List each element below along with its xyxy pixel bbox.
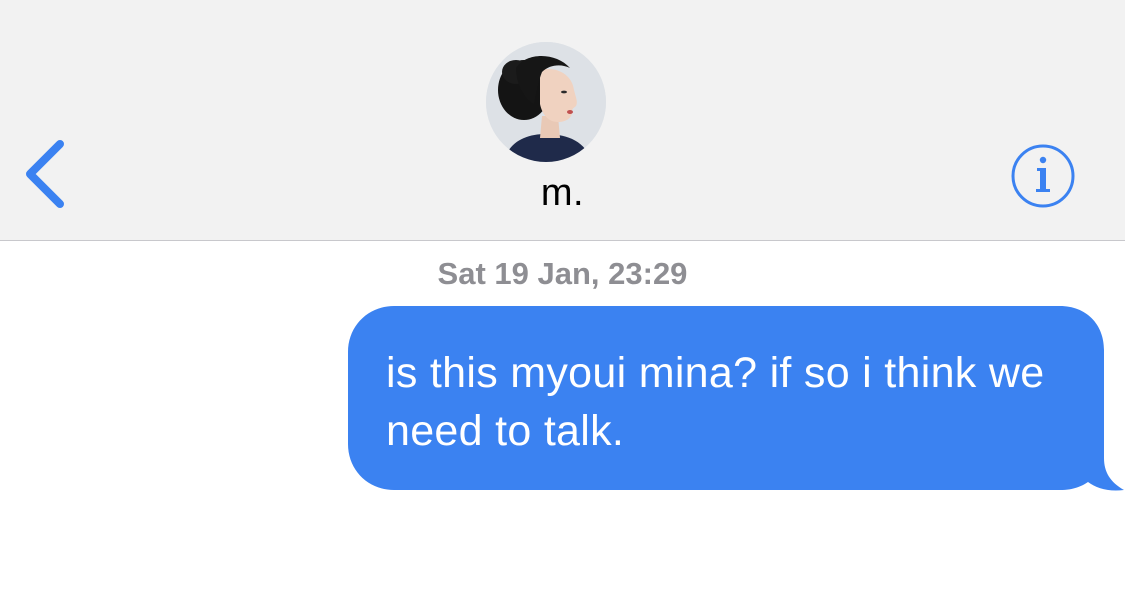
contact-avatar[interactable] bbox=[486, 42, 606, 162]
message-timestamp: Sat 19 Jan, 23:29 bbox=[437, 256, 688, 291]
contact-photo bbox=[486, 42, 606, 162]
conversation-header: m. bbox=[0, 0, 1125, 241]
info-circle-icon bbox=[1011, 144, 1075, 208]
message-text: is this myoui mina? if so i think we nee… bbox=[386, 349, 1045, 455]
outgoing-message-bubble[interactable]: is this myoui mina? if so i think we nee… bbox=[348, 306, 1125, 496]
contact-name[interactable]: m. bbox=[0, 172, 1125, 215]
info-button[interactable] bbox=[1010, 143, 1076, 209]
